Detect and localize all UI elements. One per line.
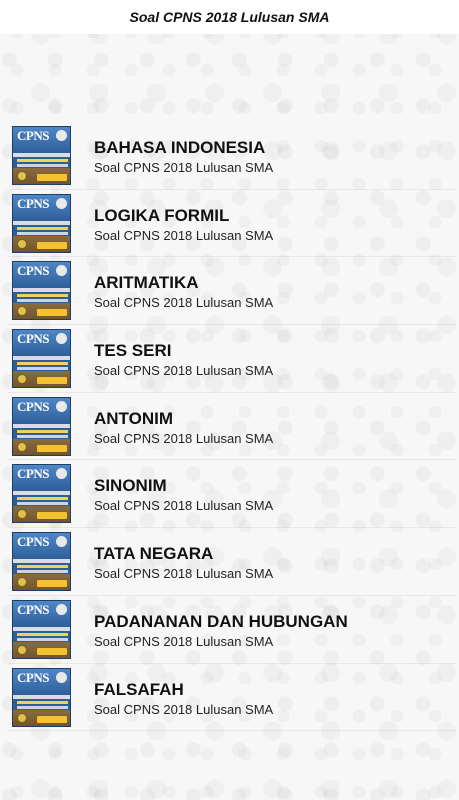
cpns-thumbnail-icon: CPNS bbox=[12, 329, 71, 389]
list-item[interactable]: CPNS SINONIM Soal CPNS 2018 Lulusan SMA bbox=[8, 460, 456, 529]
item-subtitle: Soal CPNS 2018 Lulusan SMA bbox=[94, 430, 274, 446]
item-subtitle: Soal CPNS 2018 Lulusan SMA bbox=[94, 701, 274, 717]
cpns-thumbnail-icon: CPNS bbox=[12, 599, 71, 659]
topic-list: CPNS BAHASA INDONESIA Soal CPNS 2018 Lul… bbox=[8, 122, 456, 732]
item-subtitle: Soal CPNS 2018 Lulusan SMA bbox=[94, 363, 274, 379]
item-subtitle: Soal CPNS 2018 Lulusan SMA bbox=[94, 633, 274, 649]
item-title: LOGIKA FORMIL bbox=[94, 205, 230, 225]
item-subtitle: Soal CPNS 2018 Lulusan SMA bbox=[94, 295, 274, 311]
item-title: TES SERI bbox=[94, 341, 172, 361]
cpns-thumbnail-icon: CPNS bbox=[12, 667, 71, 727]
list-item[interactable]: CPNS ARITMATIKA Soal CPNS 2018 Lulusan S… bbox=[8, 257, 456, 326]
cpns-thumbnail-icon: CPNS bbox=[12, 464, 71, 524]
list-item[interactable]: CPNS TATA NEGARA Soal CPNS 2018 Lulusan … bbox=[8, 528, 456, 596]
item-title: SINONIM bbox=[94, 476, 167, 496]
item-title: ANTONIM bbox=[94, 408, 174, 428]
item-title: BAHASA INDONESIA bbox=[94, 138, 266, 157]
list-item[interactable]: CPNS TES SERI Soal CPNS 2018 Lulusan SMA bbox=[8, 325, 456, 393]
list-item[interactable]: CPNS ANTONIM Soal CPNS 2018 Lulusan SMA bbox=[8, 393, 456, 461]
cpns-thumbnail-icon: CPNS bbox=[12, 532, 71, 592]
app-bar: Soal CPNS 2018 Lulusan SMA bbox=[0, 0, 459, 34]
item-subtitle: Soal CPNS 2018 Lulusan SMA bbox=[94, 566, 274, 582]
item-title: FALSAFAH bbox=[94, 679, 184, 699]
list-item[interactable]: CPNS PADANANAN DAN HUBUNGAN Soal CPNS 20… bbox=[8, 596, 456, 664]
cpns-thumbnail-icon: CPNS bbox=[12, 193, 71, 253]
cpns-thumbnail-icon: CPNS bbox=[12, 261, 71, 321]
item-subtitle: Soal CPNS 2018 Lulusan SMA bbox=[94, 160, 274, 175]
item-title: PADANANAN DAN HUBUNGAN bbox=[94, 611, 348, 631]
list-item[interactable]: CPNS BAHASA INDONESIA Soal CPNS 2018 Lul… bbox=[8, 122, 456, 190]
item-title: ARITMATIKA bbox=[94, 273, 199, 293]
item-title: TATA NEGARA bbox=[94, 544, 214, 564]
item-subtitle: Soal CPNS 2018 Lulusan SMA bbox=[94, 227, 274, 243]
list-item[interactable]: CPNS LOGIKA FORMIL Soal CPNS 2018 Lulusa… bbox=[8, 190, 456, 258]
cpns-thumbnail-icon: CPNS bbox=[12, 396, 71, 456]
app-title: Soal CPNS 2018 Lulusan SMA bbox=[129, 9, 330, 25]
list-item[interactable]: CPNS FALSAFAH Soal CPNS 2018 Lulusan SMA bbox=[8, 664, 456, 732]
cpns-thumbnail-icon: CPNS bbox=[12, 126, 71, 185]
item-subtitle: Soal CPNS 2018 Lulusan SMA bbox=[94, 498, 274, 514]
